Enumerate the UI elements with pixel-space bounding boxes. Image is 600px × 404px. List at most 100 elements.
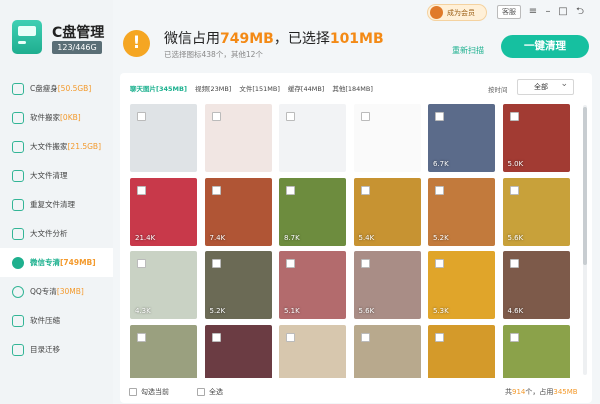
sidebar: C盘管理 123/446G C盘瘦身 [50.5GB] 软件搬家 [0KB] 大… xyxy=(0,0,113,404)
image-thumbnail[interactable]: 4.3K xyxy=(130,251,197,319)
select-all-label: 全选 xyxy=(209,388,223,396)
sidebar-item-wechat[interactable]: 微信专清 [749MB] xyxy=(0,248,113,277)
sidebar-item-qq[interactable]: QQ专清 [30MB] xyxy=(0,277,113,306)
image-thumbnail[interactable]: 5.4K xyxy=(353,177,421,246)
thumbnail-checkbox[interactable] xyxy=(286,332,295,342)
page-title: 微信占用749MB，已选择101MB xyxy=(164,28,384,48)
thumbnail-checkbox[interactable] xyxy=(211,259,221,268)
file-size-label: 5.1K xyxy=(284,307,300,315)
thumbnail-checkbox[interactable] xyxy=(286,112,295,121)
image-thumbnail[interactable] xyxy=(353,104,421,172)
tab-cache[interactable]: 缓存[44MB] xyxy=(288,83,324,93)
thumbnail-checkbox[interactable] xyxy=(137,185,146,195)
thumbnail-checkbox[interactable] xyxy=(360,259,370,268)
sidebar-item-large-file-move[interactable]: 大文件搬家 [21.5GB] xyxy=(0,132,113,161)
image-thumbnail[interactable]: 5.2K xyxy=(428,177,495,246)
minimize-icon[interactable]: – xyxy=(542,5,554,19)
one-click-clean-button[interactable]: 一键清理 xyxy=(501,35,589,58)
thumbnail-checkbox[interactable] xyxy=(211,112,221,121)
maximize-icon[interactable]: □ xyxy=(557,5,569,19)
image-thumbnail[interactable]: 7.4K xyxy=(204,177,272,246)
image-thumbnail[interactable]: 8.7K xyxy=(279,177,346,246)
thumbnail-checkbox[interactable] xyxy=(509,112,519,121)
sidebar-item-compress[interactable]: 软件压缩 xyxy=(0,306,113,335)
headline-selected: 101MB xyxy=(329,31,384,47)
thumbnail-checkbox[interactable] xyxy=(435,185,444,195)
tab-chat-images[interactable]: 聊天图片[345MB] xyxy=(130,83,187,93)
image-thumbnail[interactable]: 5.1K xyxy=(279,251,346,319)
image-thumbnail[interactable]: 5.6K xyxy=(502,177,570,246)
thumbnail-checkbox[interactable] xyxy=(435,259,444,268)
image-thumbnail[interactable]: 5.6K xyxy=(353,251,421,319)
sidebar-item-software-move[interactable]: 软件搬家 [0KB] xyxy=(0,103,113,132)
image-thumbnail[interactable]: 5.3K xyxy=(428,251,495,319)
thumbnail-checkbox[interactable] xyxy=(509,332,519,342)
thumbnail-checkbox[interactable] xyxy=(435,332,444,342)
sidebar-item-extra: [749MB] xyxy=(60,258,96,267)
menu-icon[interactable]: ≡ xyxy=(527,5,539,19)
tab-files[interactable]: 文件[151MB] xyxy=(239,83,280,93)
thumbnail-checkbox[interactable] xyxy=(360,185,370,195)
image-thumbnail[interactable] xyxy=(130,324,197,378)
large-file-move-icon xyxy=(12,140,24,153)
select-current-checkbox[interactable] xyxy=(129,388,137,396)
scrollbar[interactable] xyxy=(583,105,587,375)
thumbnail-checkbox[interactable] xyxy=(137,259,146,268)
scrollbar-thumb[interactable] xyxy=(583,107,587,265)
thumbnail-checkbox[interactable] xyxy=(435,112,444,121)
image-thumbnail[interactable]: 5.2K xyxy=(204,251,272,319)
qq-icon xyxy=(12,285,24,298)
file-size-label: 5.6K xyxy=(507,233,524,242)
thumbnail-checkbox[interactable] xyxy=(211,185,221,195)
thumbnail-checkbox[interactable] xyxy=(360,112,370,121)
sidebar-item-disk-slim[interactable]: C盘瘦身 [50.5GB] xyxy=(0,74,113,103)
thumbnail-checkbox[interactable] xyxy=(509,185,519,195)
disk-slim-icon xyxy=(12,82,24,95)
thumbnail-checkbox[interactable] xyxy=(211,332,221,342)
sort-dropdown[interactable]: 全部 xyxy=(517,77,574,95)
thumbnail-checkbox[interactable] xyxy=(360,332,370,342)
sidebar-item-extra: [21.5GB] xyxy=(67,142,102,151)
headline-used: 749MB xyxy=(220,31,274,47)
back-icon[interactable]: ⮌ xyxy=(573,5,587,19)
image-thumbnail[interactable]: 6.7K xyxy=(428,104,495,172)
image-thumbnail[interactable] xyxy=(353,324,421,378)
image-thumbnail[interactable] xyxy=(130,104,197,172)
sidebar-item-label: 微信专清 xyxy=(30,258,60,267)
thumbnail-checkbox[interactable] xyxy=(286,185,295,195)
selection-summary: 已选择图标438个，其他12个 xyxy=(164,50,263,59)
image-thumbnail[interactable]: 5.0K xyxy=(502,104,570,172)
thumbnail-checkbox[interactable] xyxy=(509,259,519,268)
wechat-icon xyxy=(12,256,24,269)
sidebar-item-directory-migrate[interactable]: 目录迁移 xyxy=(0,335,113,364)
image-thumbnail[interactable] xyxy=(204,324,272,378)
content-panel: 聊天图片[345MB] 视频[23MB] 文件[151MB] 缓存[44MB] … xyxy=(120,73,592,403)
file-size-label: 5.6K xyxy=(358,307,375,315)
image-thumbnail[interactable] xyxy=(279,104,346,172)
image-thumbnail[interactable]: 4.6K xyxy=(502,251,570,319)
image-thumbnail[interactable] xyxy=(279,324,346,378)
disk-capacity: 123/446G xyxy=(52,41,102,54)
thumbnail-checkbox[interactable] xyxy=(137,332,146,342)
tab-other[interactable]: 其他[184MB] xyxy=(332,83,373,93)
sidebar-item-duplicate-file[interactable]: 重复文件清理 xyxy=(0,190,113,219)
thumbnail-checkbox[interactable] xyxy=(286,259,295,268)
sidebar-item-label: C盘瘦身 xyxy=(30,84,58,93)
image-thumbnail[interactable] xyxy=(428,324,495,378)
sidebar-item-file-analysis[interactable]: 大文件分析 xyxy=(0,219,113,248)
file-size-label: 5.4K xyxy=(358,233,375,242)
vip-button[interactable]: 成为会员 xyxy=(427,4,487,21)
feedback-button[interactable]: 客服 xyxy=(497,5,521,19)
image-thumbnail[interactable] xyxy=(502,324,570,378)
software-move-icon xyxy=(12,111,24,124)
image-thumbnail[interactable] xyxy=(204,104,272,172)
file-size-label: 8.7K xyxy=(284,233,300,242)
image-thumbnail[interactable]: 21.4K xyxy=(130,177,197,246)
tab-videos[interactable]: 视频[23MB] xyxy=(195,83,231,93)
select-all-checkbox[interactable] xyxy=(197,388,205,396)
sidebar-item-label: 大文件清理 xyxy=(30,171,68,180)
thumbnail-checkbox[interactable] xyxy=(137,112,146,121)
total-summary: 共914个，占用345MB xyxy=(505,387,578,397)
rescan-link[interactable]: 重新扫描 xyxy=(452,45,484,56)
sidebar-item-large-file-clean[interactable]: 大文件清理 xyxy=(0,161,113,190)
